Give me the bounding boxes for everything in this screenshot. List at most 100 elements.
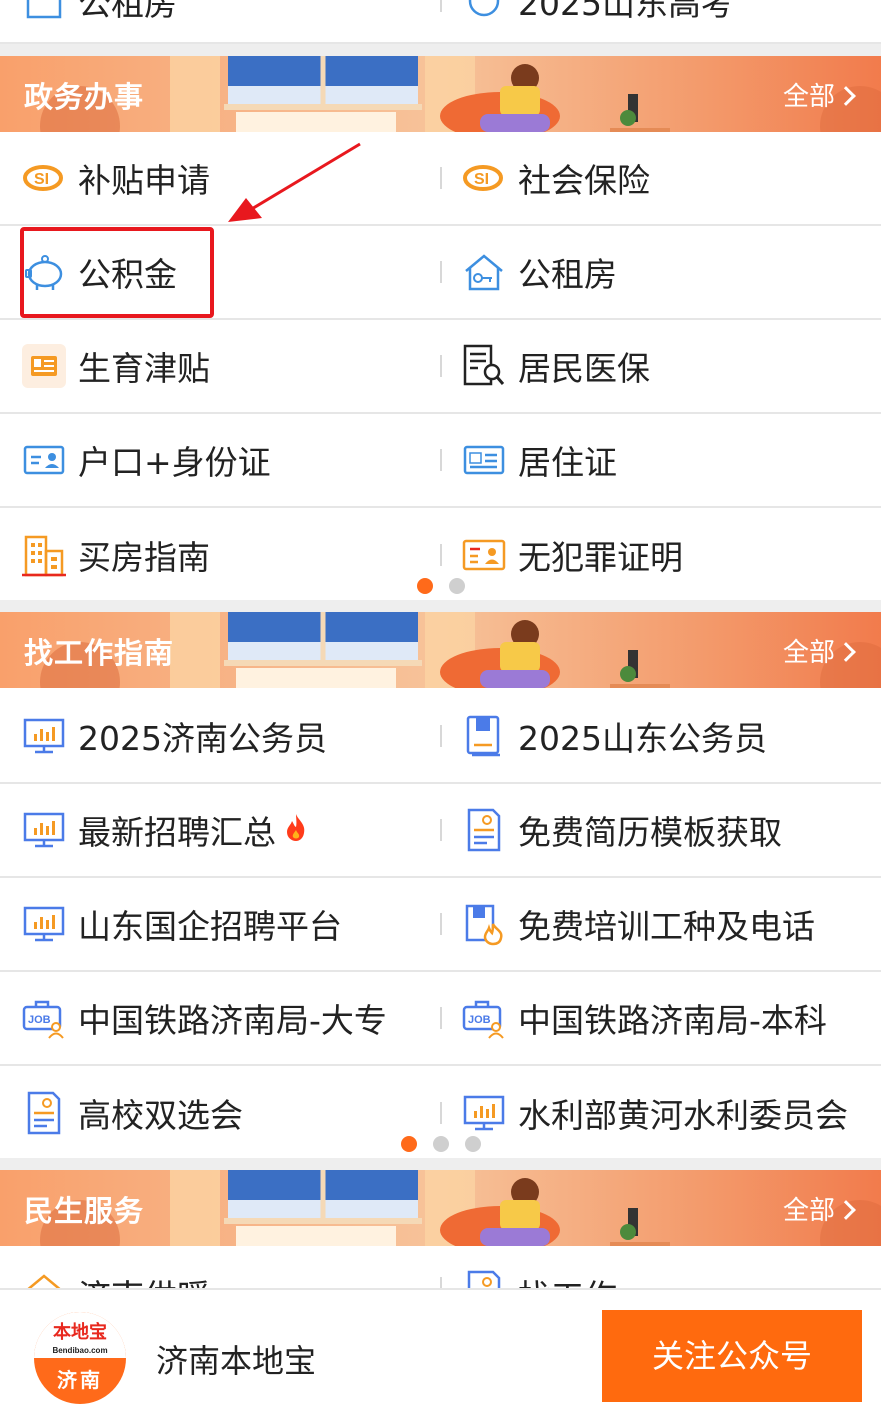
pagination-dot[interactable] xyxy=(449,578,465,594)
grid-item-jinan-civil-servant[interactable]: 2025济南公务员 xyxy=(22,690,432,782)
residence-card-icon xyxy=(462,438,506,482)
see-all-label: 全部 xyxy=(782,82,835,112)
grid-item-label: 补贴申请 xyxy=(78,161,210,200)
grid-item-label: 最新招聘汇总 xyxy=(78,813,276,852)
monitor-chart-icon xyxy=(22,902,66,946)
grid-item-free-resume-templates[interactable]: 免费简历模板获取 xyxy=(462,784,872,876)
highlight-box xyxy=(20,227,214,318)
grid-item-label: 买房指南 xyxy=(78,538,210,577)
account-name: 济南本地宝 xyxy=(156,1342,317,1380)
see-all-label: 全部 xyxy=(782,638,835,668)
grid-item-label: 免费简历模板获取 xyxy=(518,813,782,852)
social-insurance-icon: SI xyxy=(462,156,506,200)
grid-item-shandong-gaokao[interactable]: 2025山东高考 xyxy=(462,0,872,42)
chevron-right-icon xyxy=(836,1200,856,1220)
footer-bar: 本地宝 Bendibao.com 济南 济南本地宝 关注公众号 xyxy=(0,1288,881,1417)
grid-row: 最新招聘汇总 免费简历模板获取 xyxy=(0,784,881,878)
house-key-icon xyxy=(462,250,506,294)
divider xyxy=(440,355,442,377)
grid-item-public-rental[interactable]: 公租房 xyxy=(462,226,872,318)
grid-item-subsidy[interactable]: SI 补贴申请 xyxy=(22,132,432,224)
grid-item-label: 水利部黄河水利委员会 xyxy=(518,1096,848,1135)
grid-item-label: 生育津贴 xyxy=(78,349,210,388)
grid-item-label: 居住证 xyxy=(518,443,617,482)
grid-row: 生育津贴 居民医保 xyxy=(0,320,881,414)
id-card-icon xyxy=(22,438,66,482)
building-icon xyxy=(22,533,66,577)
grid-item-free-training[interactable]: 免费培训工种及电话 xyxy=(462,878,872,970)
svg-text:JOB: JOB xyxy=(468,1014,491,1026)
grid-item-maternity-allowance[interactable]: 生育津贴 xyxy=(22,320,432,412)
grid-item-label: 居民医保 xyxy=(518,349,650,388)
certificate-icon xyxy=(462,533,506,577)
monitor-chart-icon xyxy=(462,1091,506,1135)
training-fire-icon xyxy=(462,902,506,946)
pagination-dot[interactable] xyxy=(433,1136,449,1152)
grid-item-railway-jinan-college[interactable]: JOB 中国铁路济南局-大专 xyxy=(22,972,432,1064)
grid-item-label: 社会保险 xyxy=(518,161,650,200)
house-key-icon xyxy=(22,0,66,23)
grid-item-shandong-soe-jobs[interactable]: 山东国企招聘平台 xyxy=(22,878,432,970)
grid-item-resident-medical[interactable]: 居民医保 xyxy=(462,320,872,412)
grid-row: 2025济南公务员 2025山东公务员 xyxy=(0,690,881,784)
logo-brand: 本地宝 xyxy=(53,1322,107,1343)
grid-item-label: 2025济南公务员 xyxy=(78,719,327,758)
grid-item-social-insurance[interactable]: SI 社会保险 xyxy=(462,132,872,224)
pagination-dots xyxy=(0,578,881,598)
svg-text:SI: SI xyxy=(34,171,49,188)
divider xyxy=(440,913,442,935)
pagination-dot-active[interactable] xyxy=(401,1136,417,1152)
monitor-chart-icon xyxy=(22,714,66,758)
hot-fire-icon xyxy=(284,812,308,849)
pagination-dot-active[interactable] xyxy=(417,578,433,594)
grid-item-label: 户口+身份证 xyxy=(78,443,271,482)
svg-text:JOB: JOB xyxy=(28,1014,51,1026)
section-title: 民生服务 xyxy=(24,1194,145,1228)
resume-icon xyxy=(462,808,506,852)
grid-item-label: 2025山东公务员 xyxy=(518,719,767,758)
logo-domain: Bendibao.com xyxy=(52,1346,108,1355)
bendibao-logo: 本地宝 Bendibao.com 济南 xyxy=(34,1312,126,1404)
grid-item-label: 高校双选会 xyxy=(78,1096,243,1135)
pagination-dot[interactable] xyxy=(465,1136,481,1152)
see-all-label: 全部 xyxy=(782,1196,835,1226)
grid-item-label: 中国铁路济南局-大专 xyxy=(78,1001,387,1040)
divider xyxy=(440,449,442,471)
job-badge-icon: JOB xyxy=(462,996,506,1040)
social-insurance-icon: SI xyxy=(22,156,66,200)
grid-item-residence-permit[interactable]: 居住证 xyxy=(462,414,872,506)
divider xyxy=(440,167,442,189)
see-all-link[interactable]: 全部 xyxy=(782,1190,856,1227)
grid-row: 山东国企招聘平台 免费培训工种及电话 xyxy=(0,878,881,972)
section-banner-livelihood: 民生服务 全部 xyxy=(0,1170,881,1246)
grid-item-hukou-id[interactable]: 户口+身份证 xyxy=(22,414,432,506)
grid-item-label: 无犯罪证明 xyxy=(518,538,683,577)
grid-item-label: 山东国企招聘平台 xyxy=(78,907,342,946)
divider xyxy=(440,1102,442,1124)
grid-item-railway-jinan-bachelor[interactable]: JOB 中国铁路济南局-本科 xyxy=(462,972,872,1064)
see-all-link[interactable]: 全部 xyxy=(782,632,856,669)
monitor-chart-icon xyxy=(22,808,66,852)
grid-item-shandong-civil-servant[interactable]: 2025山东公务员 xyxy=(462,690,872,782)
divider xyxy=(440,261,442,283)
grid-item-latest-jobs[interactable]: 最新招聘汇总 xyxy=(22,784,432,876)
notebook-icon xyxy=(462,714,506,758)
divider xyxy=(440,725,442,747)
grid-item-label: 2025山东高考 xyxy=(518,0,734,23)
follow-account-button[interactable]: 关注公众号 xyxy=(602,1310,862,1402)
section-title: 找工作指南 xyxy=(24,636,175,670)
grid-row: JOB 中国铁路济南局-大专 JOB 中国铁路济南局-本科 xyxy=(0,972,881,1066)
see-all-link[interactable]: 全部 xyxy=(782,76,856,113)
grid-item-public-rental-top[interactable]: 公租房 xyxy=(22,0,432,42)
chevron-right-icon xyxy=(836,642,856,662)
grid-row: 户口+身份证 居住证 xyxy=(0,414,881,508)
section-banner-jobs: 找工作指南 全部 xyxy=(0,612,881,688)
resume-icon xyxy=(22,1091,66,1135)
exam-icon xyxy=(462,0,506,23)
section-gap xyxy=(0,1158,881,1170)
grid-item-label: 免费培训工种及电话 xyxy=(518,907,815,946)
divider xyxy=(440,1007,442,1029)
divider xyxy=(440,819,442,841)
grid-item-label: 公租房 xyxy=(78,0,177,23)
logo-city: 济南 xyxy=(57,1368,103,1392)
